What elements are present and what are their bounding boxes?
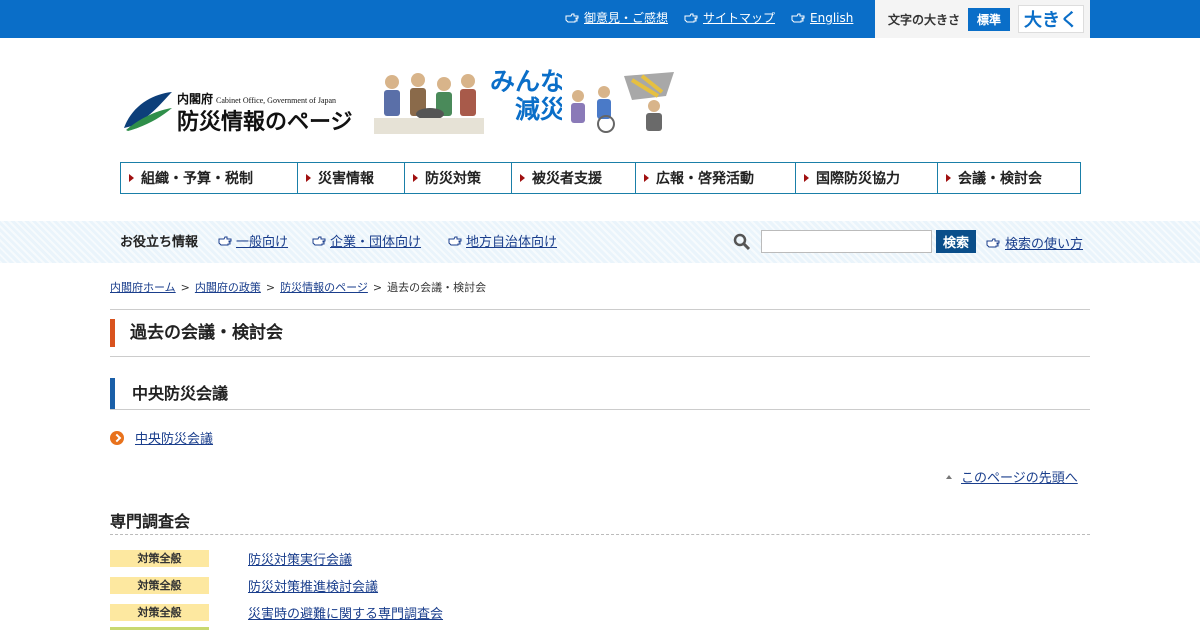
top-bar: 御意見・ご感想 サイトマップ English 文字の大きさ 標準 大きく xyxy=(0,0,1200,38)
breadcrumb-current: 過去の会議・検討会 xyxy=(387,281,487,294)
committee-link[interactable]: 防災対策推進検討会議 xyxy=(248,576,378,595)
pointing-hand-icon xyxy=(312,236,326,245)
search-button[interactable]: 検索 xyxy=(936,230,976,253)
site-logo[interactable]: 内閣府 Cabinet Office, Government of Japan 防… xyxy=(122,62,682,137)
breadcrumb-separator: > xyxy=(265,281,276,294)
nav-item-international[interactable]: 国際防災協力 xyxy=(796,163,938,193)
pointing-hand-icon xyxy=(791,13,805,23)
breadcrumb-link-bousai[interactable]: 防災情報のページ xyxy=(280,281,368,294)
search-icon xyxy=(733,233,751,251)
arrow-right-icon xyxy=(804,174,809,182)
back-to-top-link[interactable]: このページの先頭へ xyxy=(961,467,1078,486)
nav-item-disaster-info[interactable]: 災害情報 xyxy=(298,163,405,193)
committee-link[interactable]: 防災対策実行会議 xyxy=(248,549,352,568)
nav-item-meetings[interactable]: 会議・検討会 xyxy=(938,163,1080,193)
font-size-standard-button[interactable]: 標準 xyxy=(968,7,1011,31)
list-item: 対策全般 防災対策実行会議 xyxy=(110,549,352,568)
utility-link-english[interactable]: English xyxy=(791,9,853,26)
divider xyxy=(110,534,1090,535)
breadcrumb-link-policy[interactable]: 内閣府の政策 xyxy=(195,281,261,294)
pointing-hand-icon xyxy=(565,13,579,23)
list-item: 対策全般 防災対策推進検討会議 xyxy=(110,576,378,595)
pointing-hand-icon xyxy=(448,236,462,245)
page-title: 過去の会議・検討会 xyxy=(110,319,1090,347)
nav-item-organization[interactable]: 組織・予算・税制 xyxy=(121,163,298,193)
section-heading-expert-committees: 専門調査会 xyxy=(110,512,191,531)
category-tag: 対策全般 xyxy=(110,603,209,621)
section-heading-central-council: 中央防災会議 xyxy=(110,378,1090,409)
nav-item-public-relations[interactable]: 広報・啓発活動 xyxy=(636,163,796,193)
divider xyxy=(110,309,1090,310)
helpful-info-title: お役立ち情報 xyxy=(120,235,199,250)
back-to-top[interactable]: このページの先頭へ xyxy=(946,467,1078,486)
category-tag: 対策全般 xyxy=(110,549,209,567)
nav-item-victim-support[interactable]: 被災者支援 xyxy=(512,163,636,193)
helpful-link-local-gov[interactable]: 地方自治体向け xyxy=(448,231,557,250)
breadcrumb-separator: > xyxy=(180,281,190,294)
breadcrumb-separator: > xyxy=(372,281,383,294)
breadcrumb-link-home[interactable]: 内閣府ホーム xyxy=(110,281,176,294)
search-help-link[interactable]: 検索の使い方 xyxy=(986,233,1083,252)
utility-links: 御意見・ご感想 サイトマップ English xyxy=(565,9,853,26)
arrow-up-icon xyxy=(946,474,952,479)
search-input[interactable] xyxy=(761,230,932,253)
feedback-link[interactable]: 御意見・ご感想 xyxy=(584,9,668,26)
central-council-link[interactable]: 中央防災会議 xyxy=(135,428,213,447)
arrow-right-icon xyxy=(129,174,134,182)
english-link[interactable]: English xyxy=(810,11,853,25)
pointing-hand-icon xyxy=(218,236,232,245)
helpful-link-business[interactable]: 企業・団体向け xyxy=(312,231,421,250)
font-size-large-button[interactable]: 大きく xyxy=(1018,5,1085,33)
utility-link-sitemap[interactable]: サイトマップ xyxy=(684,9,775,26)
pointing-hand-icon xyxy=(684,13,698,23)
font-size-label: 文字の大きさ xyxy=(888,12,961,27)
pointing-hand-icon xyxy=(986,238,1000,247)
arrow-right-icon xyxy=(306,174,311,182)
category-tag: 対策全般 xyxy=(110,576,209,594)
nav-item-prevention[interactable]: 防災対策 xyxy=(405,163,512,193)
committee-link[interactable]: 災害時の避難に関する専門調査会 xyxy=(248,603,443,622)
global-nav: 組織・予算・税制 災害情報 防災対策 被災者支援 広報・啓発活動 国際防災協力 … xyxy=(120,162,1081,194)
breadcrumb: 内閣府ホーム > 内閣府の政策 > 防災情報のページ > 過去の会議・検討会 xyxy=(110,279,486,295)
utility-link-feedback[interactable]: 御意見・ご感想 xyxy=(565,9,668,26)
arrow-right-icon xyxy=(413,174,418,182)
rescue-illustration-icon xyxy=(562,66,680,134)
arrow-right-icon xyxy=(644,174,649,182)
list-item: 対策全般 災害時の避難に関する専門調査会 xyxy=(110,603,443,622)
helpful-link-general[interactable]: 一般向け xyxy=(218,231,288,250)
list-item[interactable]: 中央防災会議 xyxy=(110,428,213,447)
divider xyxy=(110,409,1090,410)
font-size-switcher: 文字の大きさ 標準 大きく xyxy=(875,0,1090,38)
people-illustration-icon xyxy=(374,66,484,134)
sitemap-link[interactable]: サイトマップ xyxy=(703,9,775,26)
circle-arrow-icon xyxy=(110,430,124,445)
arrow-right-icon xyxy=(520,174,525,182)
arrow-right-icon xyxy=(946,174,951,182)
leaf-logo-icon xyxy=(124,92,172,131)
divider xyxy=(110,356,1090,357)
site-title: 防災情報のページ xyxy=(177,110,353,135)
